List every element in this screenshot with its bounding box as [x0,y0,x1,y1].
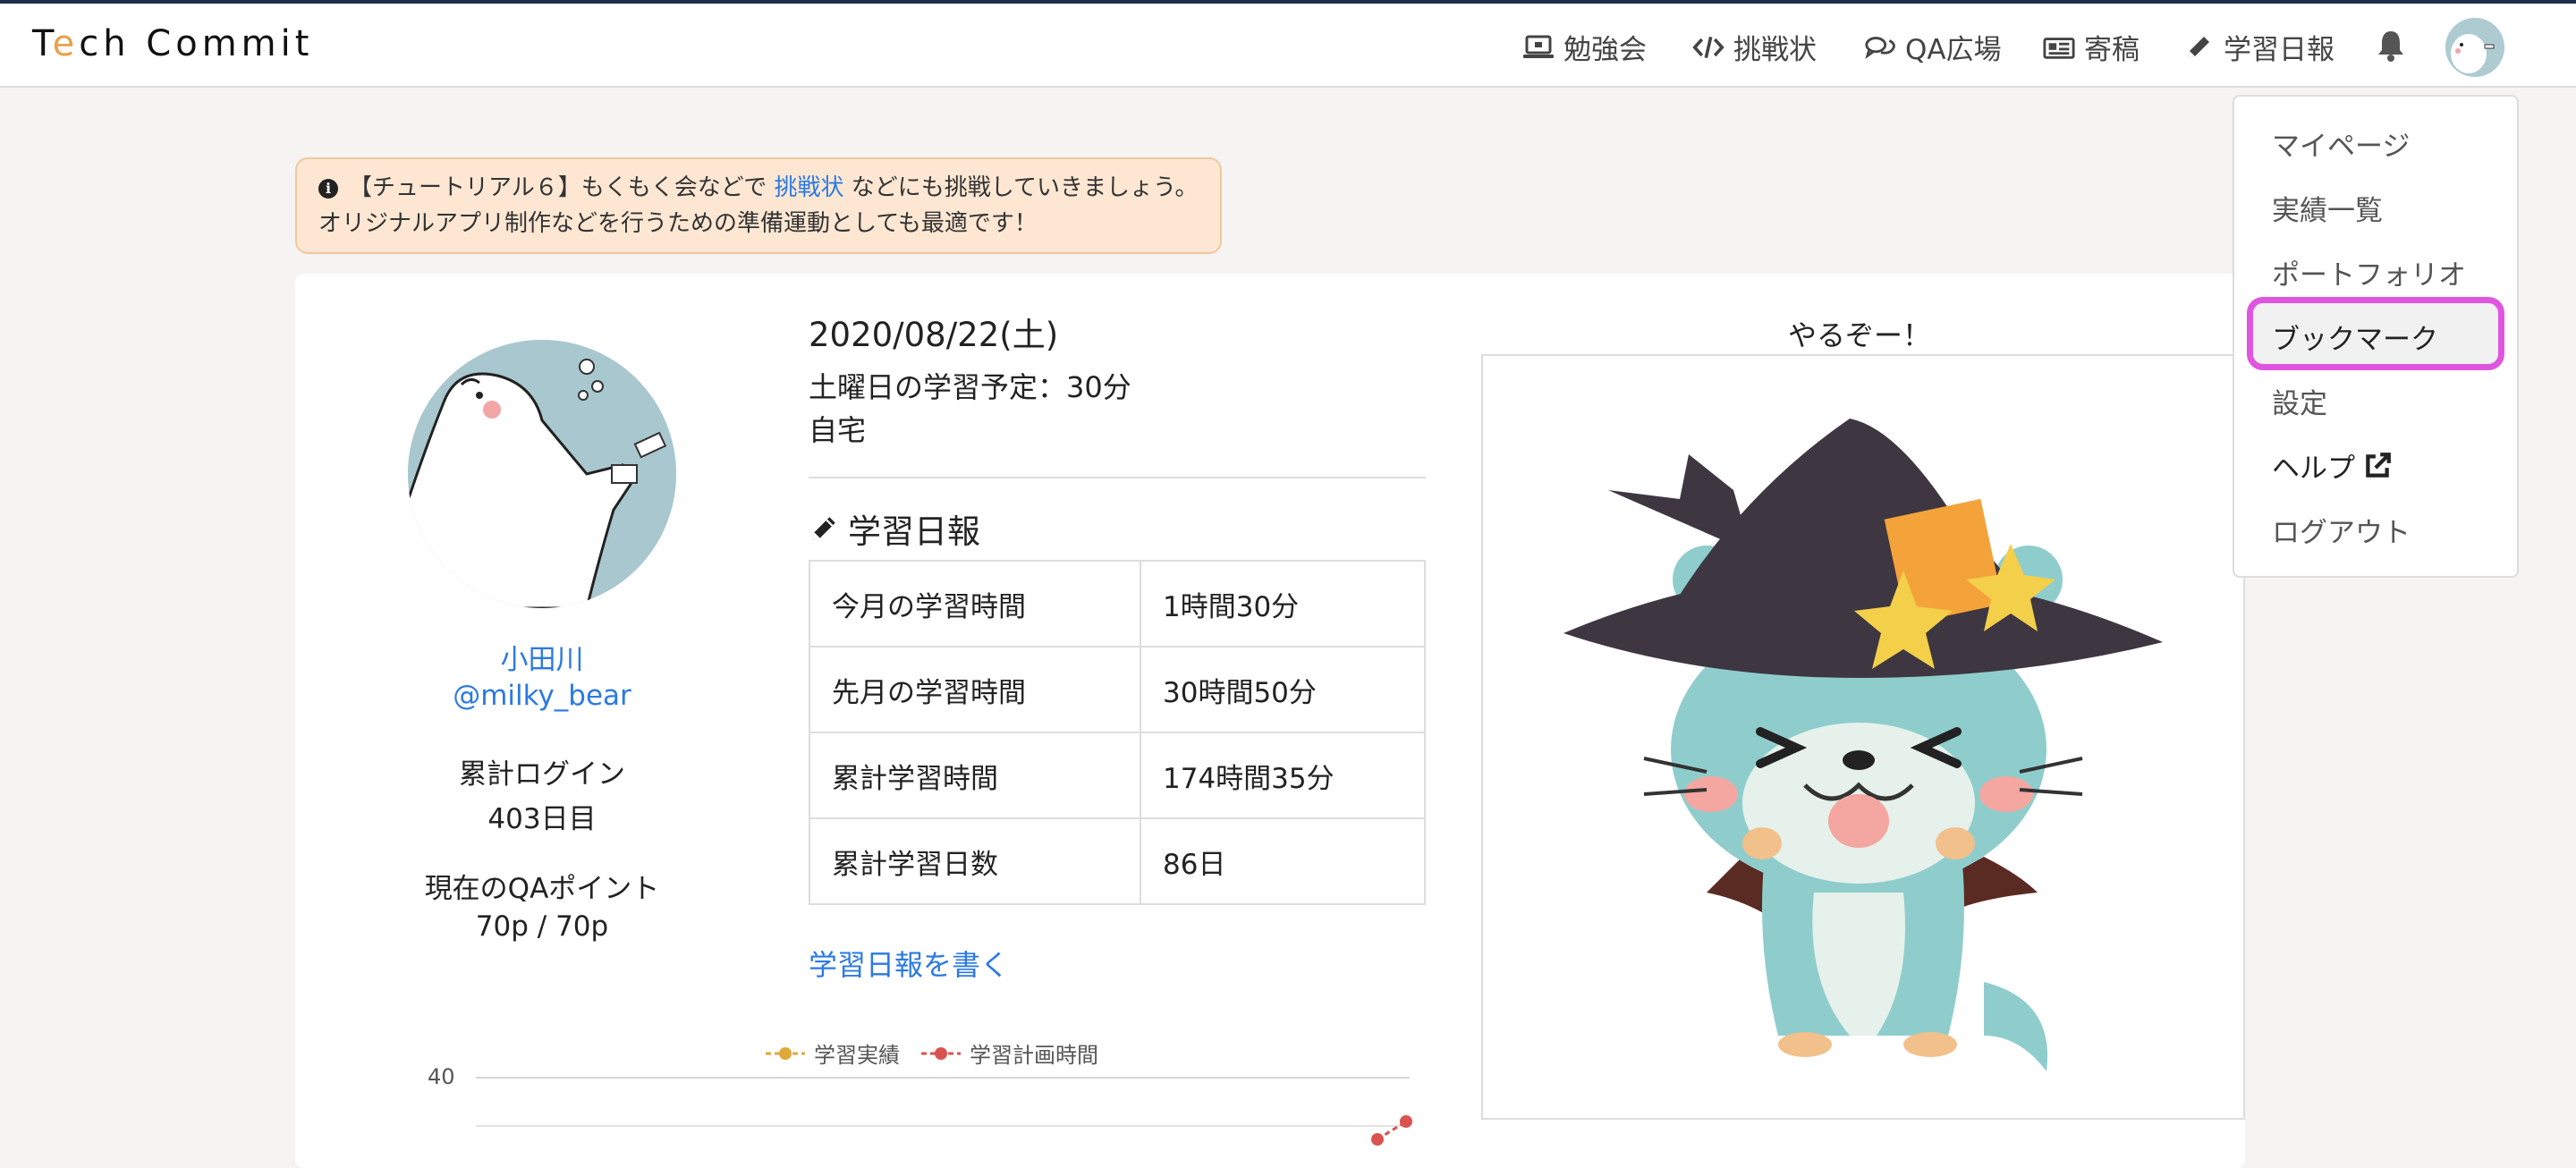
menu-item-label: 設定 [2272,388,2327,420]
qa-points-label: 現在のQAポイント [424,873,660,905]
stat-value-cell: 174時間35分 [1140,732,1426,819]
menu-item-achievements[interactable]: 実績一覧 [2272,188,2383,228]
menu-item-settings[interactable]: 設定 [2272,381,2327,421]
bear-avatar-image [2445,18,2504,77]
laptop-icon [1523,35,1554,58]
motto-image-frame [1481,354,2245,1120]
legend-plan-marker [921,1046,961,1060]
divider [809,477,1426,478]
profile-avatar [408,340,676,608]
table-row: 先月の学習時間 30時間50分 [809,646,1426,733]
study-plan: 土曜日の学習予定：30分 [809,370,1131,404]
chart-point [1400,1115,1412,1128]
menu-item-label: 実績一覧 [2272,195,2383,227]
newspaper-icon [2043,37,2075,59]
alert-text-before: 【チュートリアル６】もくもく会などで [349,174,775,201]
stat-label-cell: 先月の学習時間 [809,646,1141,733]
nav-study-report[interactable]: 学習日報 [2182,27,2334,67]
code-icon [1692,36,1724,58]
motto-caption: やるぞー！ [1787,318,1931,352]
nav-challenge-label: 挑戦状 [1733,34,1817,66]
menu-item-mypage[interactable]: マイページ [2272,123,2410,164]
legend-plan[interactable]: 学習計画時間 [921,1037,1098,1069]
alert-challenge-link[interactable]: 挑戦状 [775,174,844,201]
pencil-icon [812,517,835,540]
legend-actual[interactable]: 学習実績 [766,1037,900,1069]
table-row: 今月の学習時間 1時間30分 [809,560,1426,647]
legend-actual-marker [766,1046,805,1060]
nav-study-report-label: 学習日報 [2224,34,2334,66]
stat-value-cell: 1時間30分 [1140,560,1426,647]
menu-item-label: ブックマーク [2272,324,2438,356]
external-link-icon [2366,452,2391,478]
comments-icon [1865,36,1895,59]
chart-legend: 学習実績 学習計画時間 [766,1037,1098,1069]
menu-item-portfolio[interactable]: ポートフォリオ [2272,252,2466,292]
menu-item-label: ポートフォリオ [2272,259,2466,292]
menu-item-help[interactable]: ヘルプ [2272,445,2393,486]
menu-item-label: ヘルプ [2272,453,2355,485]
stat-value-cell: 30時間50分 [1140,646,1426,733]
logo-t: T [32,23,53,64]
login-label: 累計ログイン [459,758,625,791]
pencil-icon [2188,36,2209,58]
legend-actual-label: 学習実績 [814,1043,900,1068]
nav-qa-plaza-label: QA広場 [1905,34,2002,66]
nav-study-group-label: 勉強会 [1563,34,1647,66]
study-report-heading: 学習日報 [809,504,980,553]
table-row: 累計学習時間 174時間35分 [809,732,1426,819]
nav-qa-plaza[interactable]: QA広場 [1864,27,2002,67]
qa-points-value: 70p / 70p [475,910,609,943]
menu-item-logout[interactable]: ログアウト [2272,510,2411,550]
nav-contribution-label: 寄稿 [2084,34,2140,66]
user-avatar-button[interactable] [2445,18,2504,77]
logo[interactable]: Tech Commit [32,23,313,64]
user-dropdown-menu: マイページ 実績一覧 ポートフォリオ ブックマーク 設定 ヘルプ ログアウト [2233,95,2519,578]
stat-value-cell: 86日 [1140,817,1426,905]
alert-text-after: などにも挑戦していきましょう。 [843,174,1199,201]
user-name-link[interactable]: 小田川 [363,637,721,677]
chart-y-tick: 40 [428,1064,455,1089]
info-icon: i [318,178,338,199]
menu-item-label: マイページ [2272,131,2411,163]
login-value: 403日目 [487,803,597,835]
stat-label-cell: 今月の学習時間 [809,560,1141,647]
chart-point [1371,1133,1384,1146]
chart-plan-line [1371,1115,1412,1146]
menu-item-label: ログアウト [2272,517,2411,549]
nav-challenge[interactable]: 挑戦状 [1692,27,1817,67]
alert-line2: オリジナルアプリ制作などを行うための準備運動としても最適です！ [318,210,1038,237]
stat-label-cell: 累計学習日数 [809,817,1141,905]
menu-item-bookmark[interactable]: ブックマーク [2272,317,2438,357]
table-row: 累計学習日数 86日 [809,817,1426,905]
bear-illustration [408,340,676,608]
stat-label-cell: 累計学習時間 [809,732,1141,819]
logo-rest: ch Commit [79,23,314,64]
tutorial-alert: i 【チュートリアル６】もくもく会などで 挑戦状 などにも挑戦していきましょう。 … [295,157,1222,254]
legend-plan-label: 学習計画時間 [970,1043,1098,1068]
chart-gridline [476,1125,1410,1127]
write-report-link[interactable]: 学習日報を書く [809,943,1009,984]
navbar: Tech Commit 勉強会 挑戦状 QA広場 寄稿 学習日報 [0,4,2576,88]
bell-icon[interactable] [2376,29,2406,63]
report-date: 2020/08/22(土) [809,316,1059,354]
study-place: 自宅 [809,413,867,447]
user-handle-link[interactable]: @milky_bear [363,680,721,712]
nav-contribution[interactable]: 寄稿 [2043,27,2140,67]
chart-gridline [476,1077,1410,1079]
study-report-title: 学習日報 [848,512,980,551]
study-stats-table: 今月の学習時間 1時間30分 先月の学習時間 30時間50分 累計学習時間 17… [809,560,1426,905]
otter-wizard-illustration [1563,419,2163,1071]
logo-e: e [52,23,80,64]
nav-study-group[interactable]: 勉強会 [1522,27,1647,67]
